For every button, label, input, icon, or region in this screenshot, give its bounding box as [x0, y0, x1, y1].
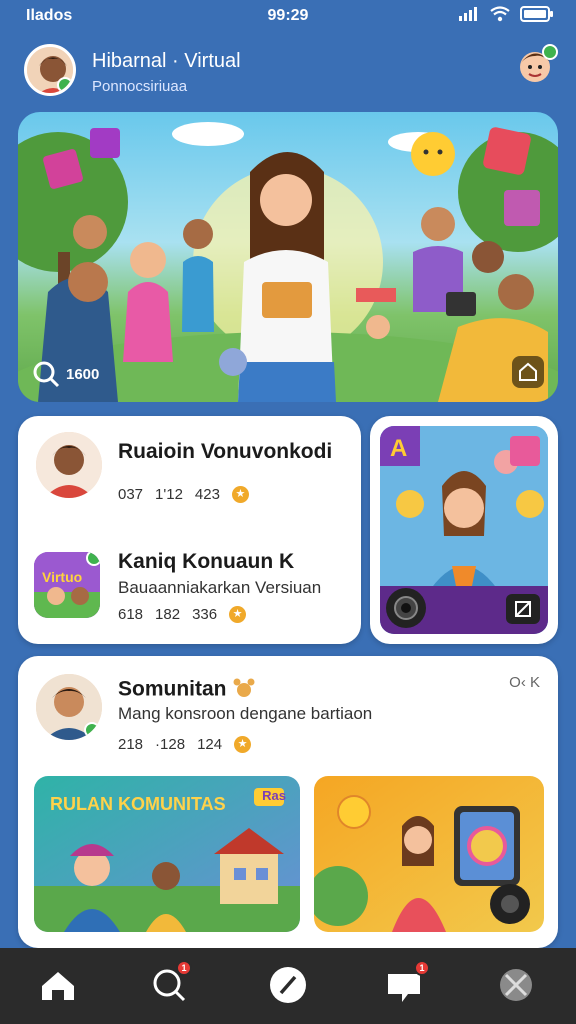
- svg-text:A: A: [390, 435, 407, 462]
- nav-home[interactable]: [22, 948, 94, 1024]
- profile-avatar[interactable]: [24, 44, 76, 96]
- coin-icon: ★: [234, 736, 252, 753]
- online-dot: [84, 722, 100, 738]
- home-outline-icon: [519, 362, 537, 381]
- coin-icon: ★: [231, 486, 249, 503]
- stat-value: 336: [192, 606, 218, 623]
- stat-value: 182: [155, 606, 181, 623]
- hero-illustration[interactable]: 1600: [18, 112, 558, 402]
- community-avatar[interactable]: [36, 674, 102, 740]
- community-card[interactable]: Somunitan O‹ K Mang konsroon dengane bar…: [18, 656, 558, 948]
- nav-explore[interactable]: [480, 948, 552, 1024]
- pen-icon: [270, 967, 306, 1003]
- notification-badge: 1: [414, 960, 430, 976]
- search-icon: [33, 361, 60, 388]
- banner-title: RULAN KOMUNITAS: [50, 794, 226, 814]
- svg-text:Virtuo: Virtuo: [42, 569, 82, 585]
- new-dot: [86, 552, 100, 566]
- feed-item-thumbnail[interactable]: Virtuo: [34, 552, 100, 618]
- home-shortcut-button[interactable]: [512, 356, 544, 388]
- feed-item-stats: 618 182 336 ★: [118, 606, 247, 623]
- community-banner[interactable]: RULAN KOMUNITAS Ras: [34, 776, 300, 932]
- stat-value: ·128: [155, 736, 186, 753]
- media-thumbnail[interactable]: A: [380, 426, 548, 634]
- friend-avatar[interactable]: [516, 44, 558, 86]
- stat-value: 1'12: [155, 486, 183, 503]
- hero-scene: [18, 122, 558, 402]
- paw-icon: [232, 676, 256, 704]
- banner-tag: Ras: [262, 788, 286, 803]
- nav-search[interactable]: 1: [134, 948, 206, 1024]
- hero-search-label: 1600: [66, 365, 100, 383]
- page-subtitle: Ponnocsiriuaa: [92, 78, 188, 95]
- feed-item-description: Bauaanniakarkan Versiuan: [118, 578, 322, 597]
- feed-item-title[interactable]: Ruaioin Vonuvonkodi: [118, 440, 332, 464]
- bottom-nav: 1 1: [0, 948, 576, 1024]
- feed-item-avatar[interactable]: [36, 432, 102, 498]
- page-title: Hibarnal · Virtual: [92, 50, 241, 72]
- nav-create[interactable]: [252, 948, 324, 1024]
- signal-icon: [459, 7, 477, 21]
- wifi-icon: [490, 6, 510, 22]
- fullscreen-icon[interactable]: [506, 594, 540, 624]
- feed-item-stats: 037 1'12 423 ★: [118, 486, 249, 503]
- stat-value: 037: [118, 486, 144, 503]
- notification-badge: 1: [176, 960, 192, 976]
- community-description: Mang konsroon dengane bartiaon: [118, 704, 373, 723]
- header: Hibarnal · Virtual Ponnocsiriuaa: [0, 38, 576, 108]
- community-title[interactable]: Somunitan: [118, 676, 256, 704]
- globe-icon: [500, 969, 532, 1001]
- battery-icon: [520, 6, 553, 22]
- home-icon: [42, 972, 74, 1000]
- chat-icon: [388, 974, 420, 1002]
- hero-search[interactable]: 1600: [32, 360, 99, 388]
- online-dot: [57, 77, 73, 93]
- stat-value: 423: [194, 486, 220, 503]
- stat-value: 618: [118, 606, 144, 623]
- feed-item-title[interactable]: Kaniq Konuaun K: [118, 550, 294, 574]
- search-icon: [153, 969, 186, 1002]
- stat-value: 218: [118, 736, 144, 753]
- camera-icon[interactable]: [386, 588, 426, 628]
- media-card[interactable]: A: [370, 416, 558, 644]
- notification-dot: [542, 44, 558, 60]
- community-more-button[interactable]: O‹ K: [509, 674, 540, 691]
- community-stats: 218 ·128 124 ★: [118, 736, 252, 753]
- coin-icon: ★: [229, 606, 247, 623]
- community-title-text: Somunitan: [118, 677, 227, 701]
- community-media-thumbnail[interactable]: [314, 776, 544, 932]
- stat-value: 124: [197, 736, 223, 753]
- status-bar: Ilados 99:29: [0, 0, 576, 34]
- nav-messages[interactable]: 1: [368, 948, 440, 1024]
- status-icons: [458, 6, 554, 22]
- feed-card[interactable]: Ruaioin Vonuvonkodi 037 1'12 423 ★ Virtu…: [18, 416, 361, 644]
